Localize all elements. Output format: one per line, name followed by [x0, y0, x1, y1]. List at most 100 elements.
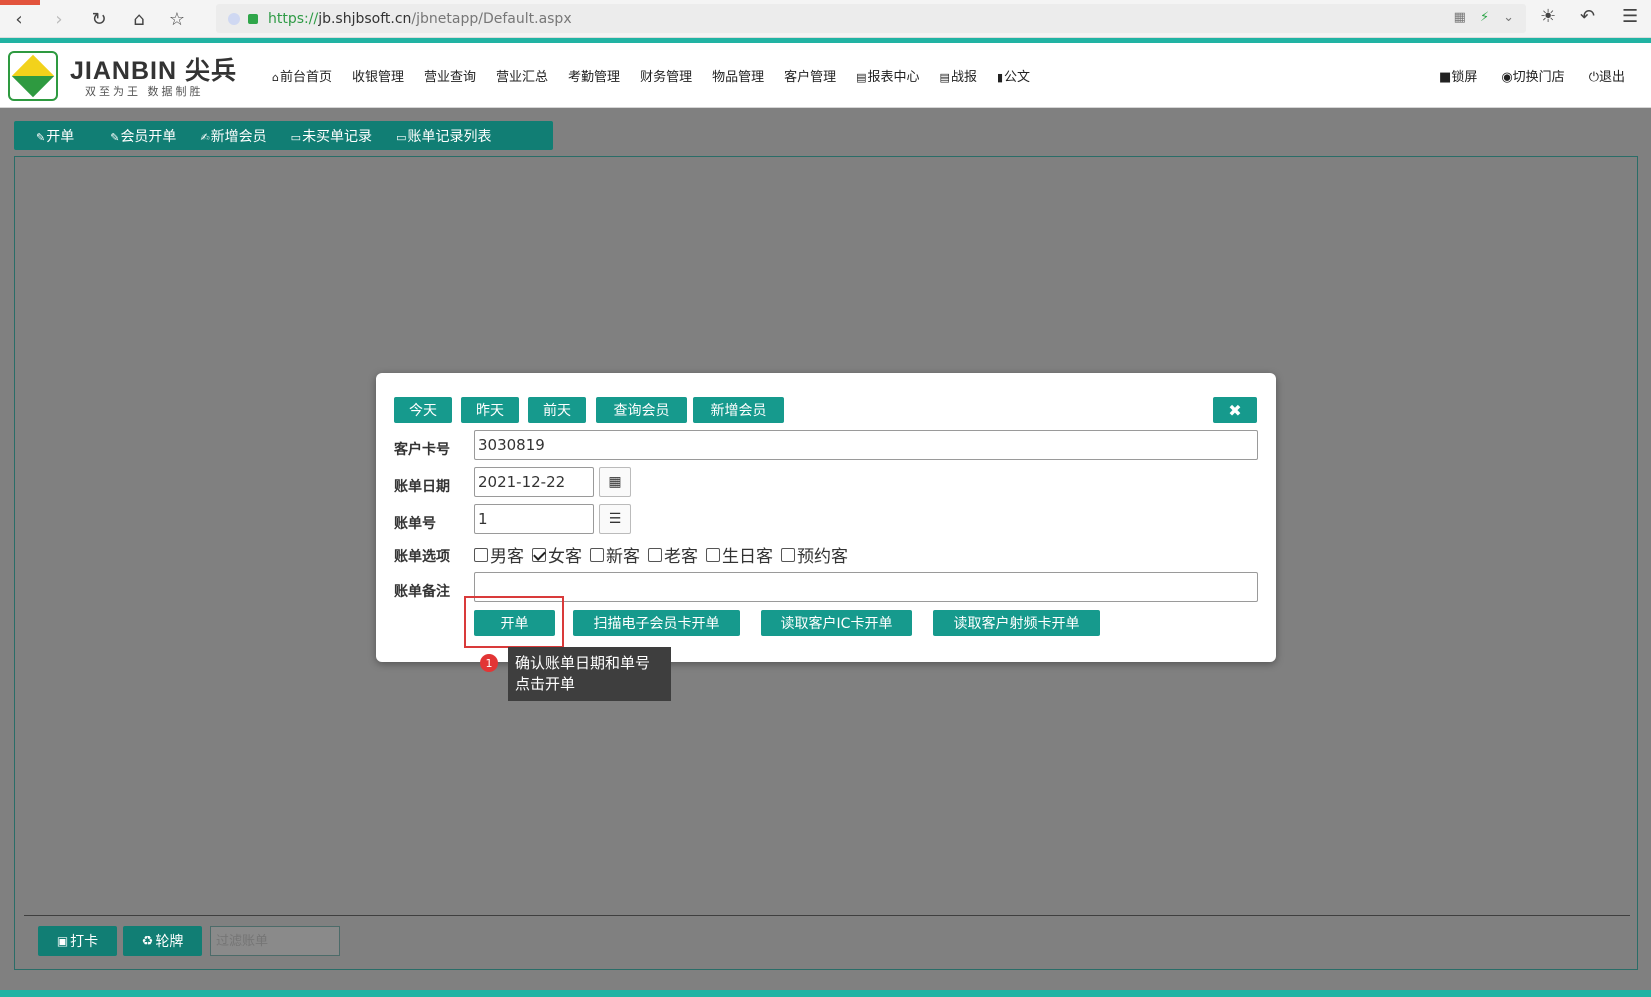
- nav-item-finance[interactable]: 财务管理: [630, 66, 702, 85]
- open-bill-tab[interactable]: ✎开单: [14, 126, 86, 146]
- option-new-customer[interactable]: 新客: [590, 542, 640, 567]
- home-icon[interactable]: ⌂: [126, 6, 152, 32]
- edit-icon: ✎: [110, 130, 120, 144]
- checkbox[interactable]: [590, 547, 604, 562]
- address-bar[interactable]: https://jb.shjbsoft.cn/jbnetapp/Default.…: [216, 4, 1526, 33]
- option-reservation-customer[interactable]: 预约客: [781, 542, 848, 567]
- add-member-button[interactable]: 新增会员: [693, 397, 784, 423]
- monitor-icon: ▭: [396, 130, 407, 144]
- book-icon: ▮: [996, 71, 1004, 84]
- bill-number-input[interactable]: 1: [474, 504, 594, 534]
- logo-diamond-icon: [11, 54, 55, 98]
- qr-code-icon[interactable]: ▦: [1454, 10, 1466, 25]
- bill-date-input[interactable]: 2021-12-22: [474, 467, 594, 497]
- bill-options: 男客 女客 新客 老客 生日客 预约客: [474, 542, 856, 567]
- battle-report-icon: ▤: [939, 71, 950, 84]
- edit-icon: ✎: [36, 130, 46, 144]
- bill-remark-input[interactable]: [474, 572, 1258, 602]
- bill-records-tab[interactable]: ▭账单记录列表: [384, 126, 503, 146]
- brand-name: JIANBIN 尖兵: [70, 57, 237, 85]
- lock-icon: [248, 13, 258, 24]
- power-icon: ⏻: [1588, 70, 1599, 85]
- bill-date-label: 账单日期: [394, 479, 450, 495]
- day-before-yesterday-button[interactable]: 前天: [528, 397, 586, 423]
- read-ic-card-open-button[interactable]: 读取客户IC卡开单: [761, 610, 912, 636]
- chevron-down-icon[interactable]: ⌄: [1503, 10, 1514, 25]
- monitor-icon: ▭: [290, 130, 302, 144]
- action-toolbar: ✎开单 ✎会员开单 ✍新增会员 ▭未买单记录 ▭账单记录列表: [14, 121, 553, 150]
- bottom-divider: [24, 915, 1630, 916]
- rotate-button[interactable]: ♻ 轮牌: [123, 926, 202, 956]
- close-icon[interactable]: ✖: [1213, 397, 1257, 423]
- today-button[interactable]: 今天: [394, 397, 452, 423]
- map-pin-icon: ◉: [1501, 70, 1513, 85]
- id-card-icon: ▣: [56, 934, 69, 948]
- punch-card-button[interactable]: ▣ 打卡: [38, 926, 117, 956]
- app-header: JIANBIN 尖兵 双至为王 数据制胜 ⌂前台首页 收银管理 营业查询 营业汇…: [0, 43, 1651, 108]
- calendar-icon[interactable]: ▦: [599, 467, 631, 497]
- menu-icon[interactable]: ☰: [1622, 6, 1638, 27]
- filter-bills-input[interactable]: [210, 926, 340, 956]
- edit-square-icon: ✍: [200, 130, 210, 144]
- home-icon: ⌂: [272, 71, 279, 84]
- nav-item-business-query[interactable]: 营业查询: [414, 66, 486, 85]
- step-badge: 1: [480, 654, 498, 672]
- nav-item-battle-report[interactable]: ▤战报: [930, 66, 987, 85]
- bill-number-label: 账单号: [394, 516, 436, 532]
- bill-remark-label: 账单备注: [394, 584, 450, 600]
- nav-item-business-summary[interactable]: 营业汇总: [486, 66, 558, 85]
- nav-item-switch-store[interactable]: ◉切换门店: [1489, 66, 1576, 85]
- tooltip-line-1: 确认账单日期和单号: [515, 654, 651, 672]
- nav-item-logout[interactable]: ⏻退出: [1577, 66, 1637, 85]
- brightness-icon[interactable]: ☀: [1540, 6, 1556, 27]
- url-text: https://jb.shjbsoft.cn/jbnetapp/Default.…: [268, 10, 572, 27]
- query-member-button[interactable]: 查询会员: [596, 397, 687, 423]
- read-rf-card-open-button[interactable]: 读取客户射频卡开单: [933, 610, 1100, 636]
- report-icon: ▤: [856, 71, 867, 84]
- unpaid-records-tab[interactable]: ▭未买单记录: [279, 126, 384, 146]
- card-number-label: 客户卡号: [394, 442, 450, 458]
- checkbox[interactable]: [781, 547, 795, 562]
- right-nav: ■锁屏 ◉切换门店 ⏻退出: [1427, 66, 1637, 85]
- back-icon[interactable]: ‹: [6, 6, 32, 32]
- checkbox[interactable]: [706, 547, 720, 562]
- nav-item-customer[interactable]: 客户管理: [774, 66, 846, 85]
- option-old-customer[interactable]: 老客: [648, 542, 698, 567]
- option-birthday-customer[interactable]: 生日客: [706, 542, 773, 567]
- bill-options-label: 账单选项: [394, 549, 450, 565]
- lightning-icon[interactable]: ⚡: [1480, 10, 1489, 25]
- checkbox[interactable]: [648, 547, 662, 562]
- card-number-input[interactable]: 3030819: [474, 430, 1258, 460]
- nav-item-attendance[interactable]: 考勤管理: [558, 66, 630, 85]
- nav-item-home[interactable]: ⌂前台首页: [262, 66, 342, 85]
- guide-tooltip: 确认账单日期和单号 点击开单: [508, 647, 671, 701]
- site-identity-icon: [228, 12, 240, 25]
- footer-strip: [0, 990, 1651, 997]
- nav-item-lock-screen[interactable]: ■锁屏: [1427, 66, 1489, 85]
- nav-item-reports[interactable]: ▤报表中心: [846, 66, 929, 85]
- recycle-icon: ♻: [141, 933, 154, 949]
- list-icon[interactable]: ☰: [599, 504, 631, 534]
- corner-tag: [0, 0, 40, 5]
- forward-icon[interactable]: ›: [46, 6, 72, 32]
- option-female[interactable]: 女客: [532, 542, 582, 567]
- top-nav: ⌂前台首页 收银管理 营业查询 营业汇总 考勤管理 财务管理 物品管理 客户管理…: [262, 66, 1040, 85]
- reload-icon[interactable]: ↻: [86, 6, 112, 32]
- lock-icon: ■: [1439, 70, 1452, 85]
- yesterday-button[interactable]: 昨天: [461, 397, 519, 423]
- nav-item-documents[interactable]: ▮公文: [987, 66, 1040, 85]
- browser-toolbar: ‹ › ↻ ⌂ ☆ https://jb.shjbsoft.cn/jbnetap…: [0, 0, 1651, 38]
- add-member-tab[interactable]: ✍新增会员: [188, 126, 278, 146]
- bookmark-star-icon[interactable]: ☆: [164, 6, 190, 32]
- nav-item-goods[interactable]: 物品管理: [702, 66, 774, 85]
- checkbox-checked[interactable]: [532, 547, 546, 562]
- member-open-bill-tab[interactable]: ✎会员开单: [86, 126, 188, 146]
- tooltip-line-2: 点击开单: [515, 675, 576, 693]
- undo-icon[interactable]: ↶: [1580, 6, 1595, 27]
- checkbox[interactable]: [474, 547, 488, 562]
- scan-ecard-open-button[interactable]: 扫描电子会员卡开单: [573, 610, 740, 636]
- nav-item-cashier[interactable]: 收银管理: [342, 66, 414, 85]
- bottom-bar: ▣ 打卡 ♻ 轮牌: [38, 926, 340, 956]
- option-male[interactable]: 男客: [474, 542, 524, 567]
- brand-logo: [8, 51, 58, 101]
